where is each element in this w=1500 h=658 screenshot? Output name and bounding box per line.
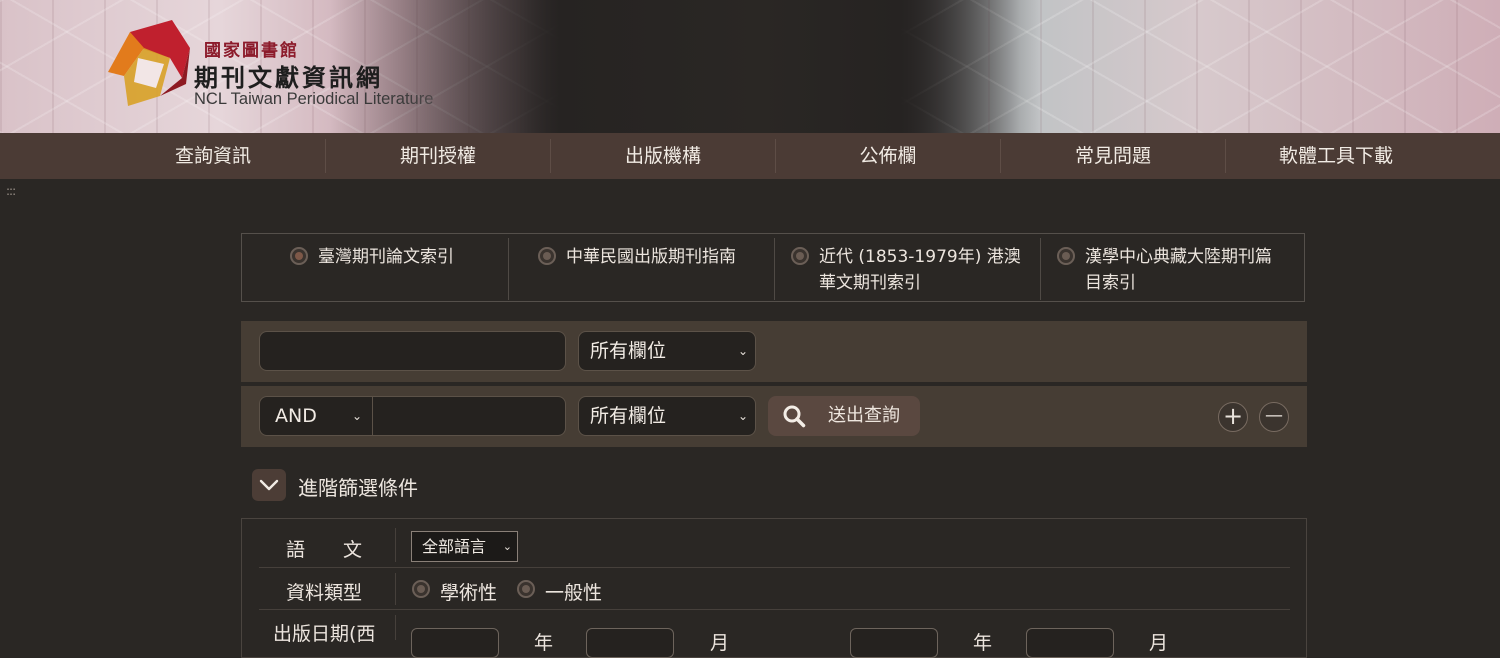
advanced-filter-toggle[interactable] (252, 469, 286, 501)
db-option-hk-macau-index[interactable]: 近代 (1853-1979年) 港澳 華文期刊索引 (775, 234, 1040, 301)
ncl-logo-icon[interactable] (100, 18, 195, 108)
pub-date-label: 出版日期(西 (273, 623, 376, 645)
filter-row-divider (259, 609, 1290, 610)
operator-select[interactable]: AND ⌄ (260, 397, 373, 435)
radio-unselected[interactable] (791, 247, 809, 265)
filter-divider (395, 528, 396, 562)
chevron-down-icon: ⌄ (737, 409, 748, 423)
nav-item-bulletin[interactable]: 公佈欄 (776, 133, 1000, 179)
remove-row-button[interactable]: — (1259, 402, 1289, 432)
nav-item-faq[interactable]: 常見問題 (1001, 133, 1225, 179)
data-type-label: 資料類型 (286, 582, 363, 604)
advanced-filter-panel (241, 518, 1307, 658)
field-select-1[interactable]: 所有欄位 ⌄ (578, 331, 756, 371)
site-name-en: NCL Taiwan Periodical Literature (194, 90, 434, 108)
filter-divider (395, 615, 396, 640)
radio-selected[interactable] (290, 247, 308, 265)
db-option-roc-guide[interactable]: 中華民國出版期刊指南 (509, 234, 774, 301)
drag-grip-icon[interactable]: ::: (6, 184, 16, 198)
chevron-down-icon: ⌄ (351, 409, 362, 423)
db-option-label-line2: 目索引 (1085, 273, 1136, 293)
data-type-general-label: 一般性 (545, 582, 603, 604)
month-unit: 月 (1149, 632, 1169, 654)
end-month-input[interactable] (1026, 628, 1114, 658)
month-unit: 月 (710, 632, 730, 654)
boolean-query-group: AND ⌄ (259, 396, 566, 436)
field-select-value: 所有欄位 (590, 405, 667, 427)
radio-unselected[interactable] (538, 247, 556, 265)
field-select-2[interactable]: 所有欄位 ⌄ (578, 396, 756, 436)
db-option-label: 中華民國出版期刊指南 (566, 247, 736, 267)
advanced-filter-label: 進階篩選條件 (298, 476, 418, 500)
nav-item-search-info[interactable]: 查詢資訊 (101, 133, 325, 179)
db-option-mainland-index[interactable]: 漢學中心典藏大陸期刊篇 目索引 (1041, 234, 1304, 301)
db-option-taiwan-index[interactable]: 臺灣期刊論文索引 (242, 234, 508, 301)
site-name: 期刊文獻資訊網 (194, 64, 383, 92)
search-input-2[interactable] (373, 397, 565, 435)
chevron-down-icon (259, 479, 279, 491)
end-year-input[interactable] (850, 628, 938, 658)
chevron-down-icon: ⌄ (737, 344, 748, 358)
db-option-label: 近代 (1853-1979年) 港澳 (819, 247, 1021, 267)
nav-item-software[interactable]: 軟體工具下載 (1226, 133, 1446, 179)
db-option-label-line2: 華文期刊索引 (819, 273, 921, 293)
filter-row-divider (259, 567, 1290, 568)
year-unit: 年 (973, 632, 993, 654)
db-option-label: 臺灣期刊論文索引 (318, 247, 454, 267)
search-input-1[interactable] (259, 331, 566, 371)
data-type-academic-label: 學術性 (440, 582, 498, 604)
radio-general[interactable] (517, 580, 535, 598)
start-month-input[interactable] (586, 628, 674, 658)
year-unit: 年 (534, 632, 554, 654)
db-option-label: 漢學中心典藏大陸期刊篇 (1085, 247, 1272, 267)
field-select-value: 所有欄位 (590, 340, 667, 362)
start-year-input[interactable] (411, 628, 499, 658)
radio-academic[interactable] (412, 580, 430, 598)
radio-unselected[interactable] (1057, 247, 1075, 265)
main-nav: 查詢資訊 期刊授權 出版機構 公佈欄 常見問題 軟體工具下載 (0, 133, 1500, 179)
site-name-en-container: NCL Taiwan Periodical Literature (194, 90, 486, 112)
add-row-button[interactable]: + (1218, 402, 1248, 432)
chevron-down-icon: ⌄ (502, 540, 512, 553)
database-selector: 臺灣期刊論文索引 中華民國出版期刊指南 近代 (1853-1979年) 港澳 華… (241, 233, 1305, 302)
submit-search-button[interactable]: 送出查詢 (768, 396, 920, 436)
language-select[interactable]: 全部語言 ⌄ (411, 531, 518, 562)
search-icon (783, 405, 806, 428)
site-banner: 國家圖書館 期刊文獻資訊網 NCL Taiwan Periodical Lite… (0, 0, 1500, 133)
filter-divider (395, 573, 396, 605)
language-select-value: 全部語言 (422, 537, 487, 556)
operator-value: AND (275, 405, 317, 427)
submit-search-label: 送出查詢 (828, 405, 900, 426)
nav-item-authorization[interactable]: 期刊授權 (326, 133, 550, 179)
language-label: 語 文 (286, 539, 363, 561)
nav-item-publishers[interactable]: 出版機構 (551, 133, 775, 179)
